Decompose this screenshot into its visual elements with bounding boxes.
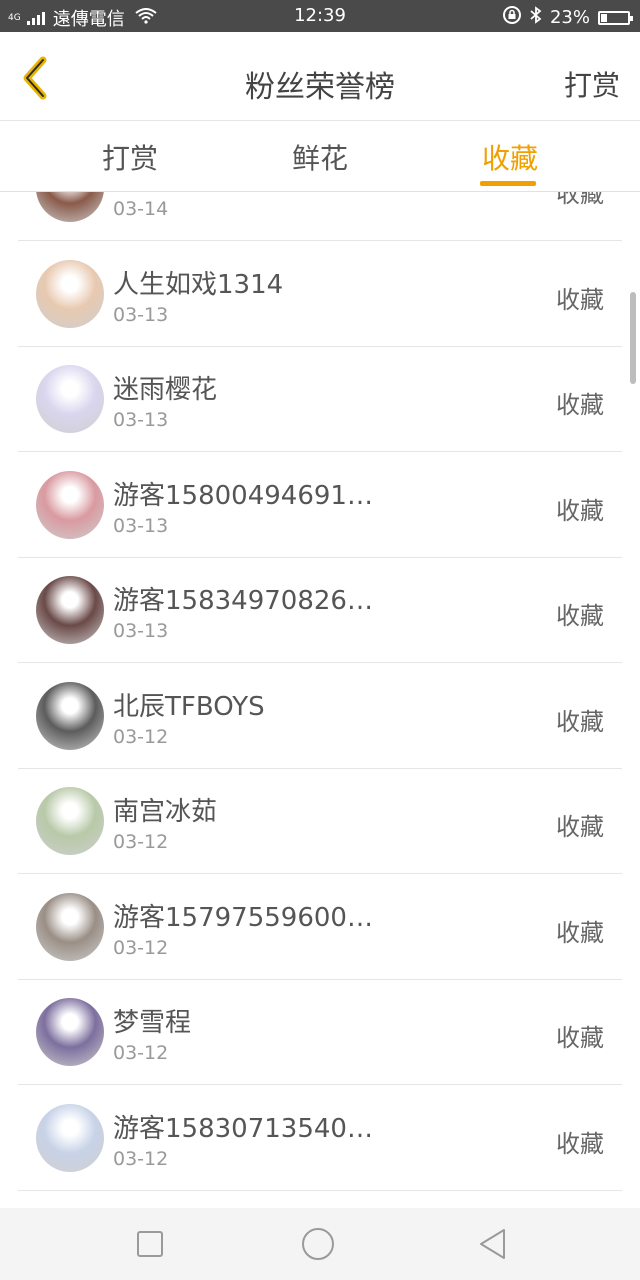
item-action: 收藏 — [556, 708, 604, 736]
avatar — [36, 998, 104, 1066]
item-date: 03-12 — [113, 831, 169, 853]
item-date: 03-13 — [113, 515, 169, 537]
item-date: 03-13 — [113, 409, 169, 431]
list-item[interactable]: 游客15834970826… 03-13 收藏 — [18, 558, 622, 663]
item-date: 03-12 — [113, 1042, 169, 1064]
list-item[interactable]: 03-14 收藏 — [18, 192, 622, 241]
item-action: 收藏 — [556, 391, 604, 419]
user-name: 北辰TFBOYS — [113, 692, 265, 722]
active-tab-indicator — [480, 181, 536, 186]
avatar — [36, 682, 104, 750]
tab-label: 打赏 — [101, 142, 158, 175]
item-date: 03-13 — [113, 304, 169, 326]
list-item[interactable]: 北辰TFBOYS 03-12 收藏 — [18, 664, 622, 769]
status-right: 23% — [502, 5, 633, 30]
item-date: 03-14 — [113, 198, 169, 220]
fan-list[interactable]: 03-14 收藏 人生如戏1314 03-13 收藏 迷雨樱花 03-13 收藏… — [0, 192, 640, 1208]
list-item[interactable]: 梦雪程 03-12 收藏 — [18, 980, 622, 1085]
item-action: 收藏 — [556, 1130, 604, 1158]
list-item[interactable]: 游客15797559600… 03-12 收藏 — [18, 875, 622, 980]
item-date: 03-13 — [113, 620, 169, 642]
tab-bar: 打赏 鲜花 收藏 — [0, 121, 640, 192]
user-name: 游客15830713540… — [113, 1114, 373, 1144]
avatar — [36, 192, 104, 222]
tab-reward[interactable]: 打赏 — [70, 137, 190, 177]
avatar — [36, 1104, 104, 1172]
rotation-lock-icon — [502, 5, 522, 30]
item-date: 03-12 — [113, 1148, 169, 1170]
tab-label: 收藏 — [481, 142, 538, 175]
user-name: 迷雨樱花 — [113, 375, 218, 405]
battery-icon — [598, 10, 633, 25]
bluetooth-icon — [530, 6, 542, 29]
battery-fill — [601, 13, 607, 22]
item-action: 收藏 — [556, 1024, 604, 1052]
status-bar: 4G 遠傳電信 12:39 23% — [0, 0, 640, 32]
item-action: 收藏 — [556, 919, 604, 947]
tab-flowers[interactable]: 鲜花 — [260, 137, 380, 177]
app-header: 粉丝荣誉榜 打赏 — [0, 32, 640, 121]
recent-apps-icon — [137, 1231, 163, 1257]
battery-label: 23% — [549, 7, 590, 28]
list-item[interactable]: 迷雨樱花 03-13 收藏 — [18, 347, 622, 452]
user-name: 游客15800494691… — [113, 481, 373, 511]
item-date: 03-12 — [113, 726, 169, 748]
tab-label: 鲜花 — [291, 142, 348, 175]
avatar — [36, 471, 104, 539]
user-name: 梦雪程 — [113, 1008, 192, 1038]
system-nav-bar — [0, 1208, 640, 1280]
user-name: 游客15834970826… — [113, 586, 373, 616]
avatar — [36, 787, 104, 855]
back-triangle-icon — [480, 1229, 505, 1259]
user-name: 游客15797559600… — [113, 903, 373, 933]
avatar — [36, 365, 104, 433]
item-action: 收藏 — [556, 192, 604, 208]
avatar — [36, 893, 104, 961]
home-icon — [302, 1228, 334, 1260]
system-back-button[interactable] — [474, 1226, 510, 1262]
scrollbar[interactable] — [630, 292, 636, 384]
list-item[interactable]: 游客15800494691… 03-13 收藏 — [18, 453, 622, 558]
item-action: 收藏 — [556, 286, 604, 314]
user-name: 人生如戏1314 — [113, 270, 284, 300]
item-action: 收藏 — [556, 602, 604, 630]
item-action: 收藏 — [556, 813, 604, 841]
avatar — [36, 576, 104, 644]
avatar — [36, 260, 104, 328]
user-name: 南宫冰茹 — [113, 797, 218, 827]
home-button[interactable] — [300, 1226, 336, 1262]
list-item[interactable]: 游客15830713540… 03-12 收藏 — [18, 1086, 622, 1191]
list-item[interactable]: 南宫冰茹 03-12 收藏 — [18, 769, 622, 874]
page-title: 粉丝荣誉榜 — [245, 70, 395, 105]
item-action: 收藏 — [556, 497, 604, 525]
tab-favorites[interactable]: 收藏 — [450, 137, 570, 186]
item-date: 03-12 — [113, 937, 169, 959]
recent-apps-button[interactable] — [132, 1226, 168, 1262]
list-item[interactable]: 人生如戏1314 03-13 收藏 — [18, 242, 622, 347]
reward-header-button[interactable]: 打赏 — [564, 64, 620, 104]
